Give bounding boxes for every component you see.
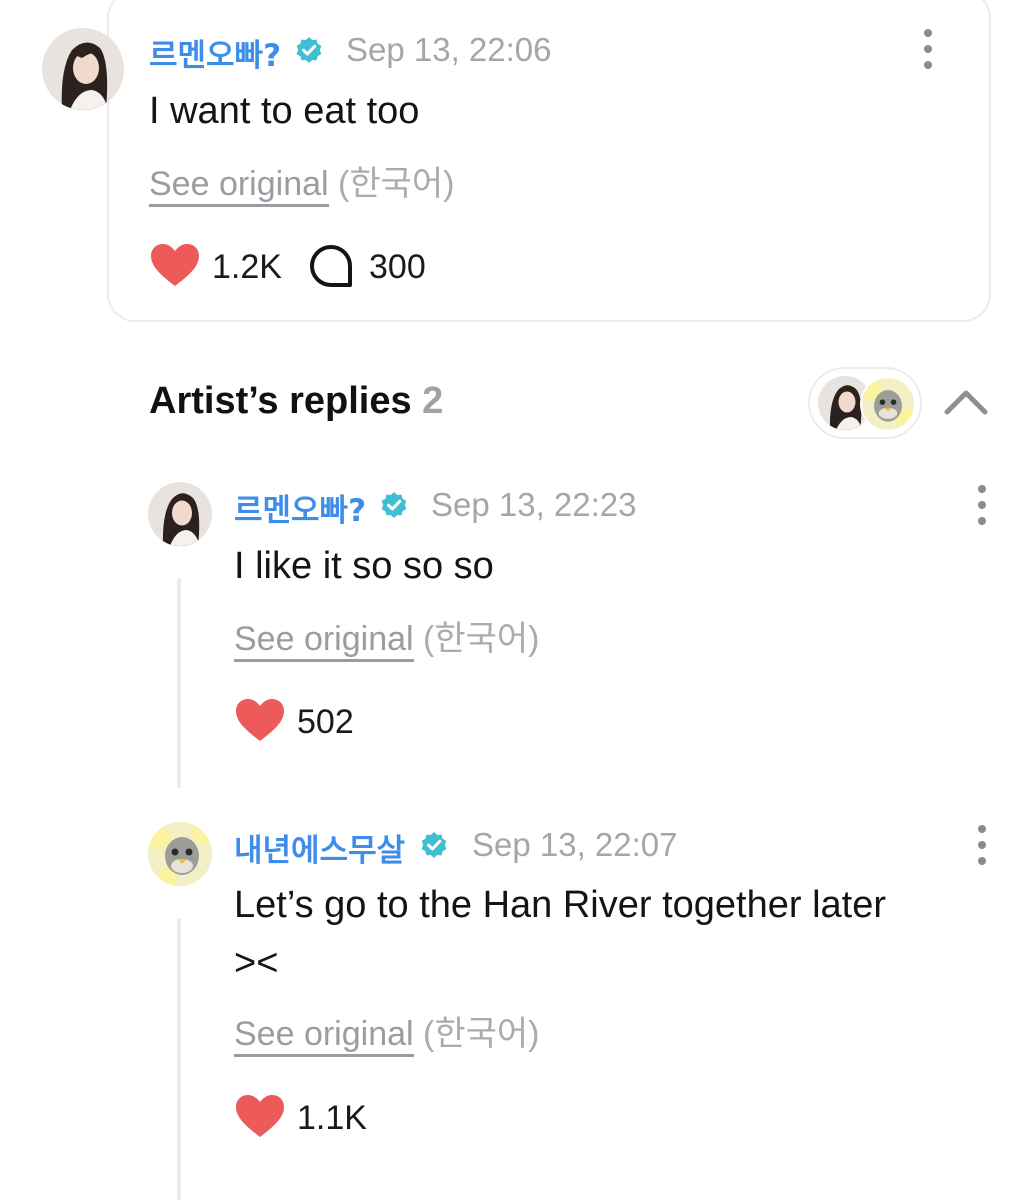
reply-1-username[interactable]: 르멘오빠?	[234, 485, 366, 530]
page: 르멘오빠? Sep 13, 22:06 I want to eat too Se…	[0, 0, 1035, 1200]
comment-count: 300	[369, 248, 426, 286]
replier-avatar-2	[860, 376, 916, 432]
author-username[interactable]: 르멘오빠?	[149, 30, 281, 75]
verified-badge-icon	[380, 491, 408, 519]
like-count: 1.2K	[212, 248, 282, 286]
heart-icon[interactable]	[235, 698, 285, 742]
more-options-icon[interactable]	[922, 29, 934, 69]
post-timestamp: Sep 13, 22:06	[346, 31, 552, 68]
verified-badge-icon	[420, 831, 448, 859]
reply-2-like-count: 1.1K	[297, 1099, 367, 1137]
artist-replies-label: Artist’s replies	[149, 380, 412, 422]
artist-replies-title[interactable]: Artist’s replies 2	[149, 380, 443, 423]
thread-line	[177, 918, 181, 1200]
reply-2-timestamp: Sep 13, 22:07	[472, 826, 678, 863]
heart-icon[interactable]	[235, 1094, 285, 1138]
reply-1-like-count: 502	[297, 703, 354, 741]
more-options-icon[interactable]	[976, 485, 988, 525]
see-original-link[interactable]: See original	[149, 165, 329, 207]
artist-replies-count: 2	[422, 380, 444, 422]
comment-bubble-icon[interactable]	[309, 244, 353, 288]
reply-2-text-line-1: Let’s go to the Han River together later	[234, 884, 887, 926]
original-language: (한국어)	[423, 620, 540, 658]
reply-1-timestamp: Sep 13, 22:23	[431, 486, 637, 523]
reply-2-see-original-row: See original (한국어)	[234, 1006, 540, 1057]
see-original-row: See original (한국어)	[149, 156, 455, 207]
reply-2-avatar[interactable]	[148, 822, 212, 886]
verified-badge-icon	[295, 36, 323, 64]
original-language: (한국어)	[423, 1015, 540, 1053]
reply-2-text-line-2: ><	[234, 942, 279, 984]
reply-1-text: I like it so so so	[234, 545, 494, 587]
see-original-link[interactable]: See original	[234, 620, 414, 662]
reply-1-see-original-row: See original (한국어)	[234, 611, 540, 662]
original-language: (한국어)	[338, 165, 455, 203]
post-text: I want to eat too	[149, 90, 420, 132]
heart-icon[interactable]	[150, 243, 200, 287]
chevron-up-icon[interactable]	[943, 385, 989, 417]
replier-avatars-stack[interactable]	[808, 367, 922, 439]
author-avatar[interactable]	[42, 28, 124, 110]
thread-line	[177, 578, 181, 788]
more-options-icon[interactable]	[976, 825, 988, 865]
see-original-link[interactable]: See original	[234, 1015, 414, 1057]
reply-2-username[interactable]: 내년에스무살	[234, 825, 405, 870]
reply-1-avatar[interactable]	[148, 482, 212, 546]
